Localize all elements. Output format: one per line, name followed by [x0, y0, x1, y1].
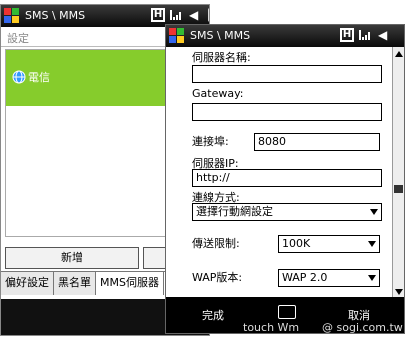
- watermark-left: touch Wm: [243, 321, 300, 334]
- tab-preferences[interactable]: 偏好設定: [1, 272, 54, 295]
- mms-server-form: 伺服器名稱: Gateway: 連接埠: 8080 伺服器IP: http://…: [166, 47, 404, 299]
- connection-select-value: 選擇行動網設定: [196, 205, 273, 218]
- signal-icon: [359, 30, 370, 40]
- tab-mms-server[interactable]: MMS伺服器: [96, 272, 164, 295]
- front-window-title: SMS \ MMS: [190, 29, 251, 42]
- watermark-right: @ sogi.com.tw: [322, 321, 403, 334]
- tab-blacklist[interactable]: 黑名單: [54, 272, 96, 295]
- wap-version-select[interactable]: WAP 2.0: [278, 269, 380, 287]
- back-window-title: SMS \ MMS: [25, 9, 86, 22]
- ok-button[interactable]: ok: [208, 8, 209, 22]
- chevron-down-icon: [368, 241, 376, 247]
- wap-version-label: WAP版本:: [192, 271, 243, 284]
- wap-version-select-value: WAP 2.0: [282, 271, 328, 284]
- server-name-label: 伺服器名稱:: [192, 51, 251, 64]
- connection-select[interactable]: 選擇行動網設定: [192, 203, 382, 221]
- front-window: SMS \ MMS H ◀ 伺服器名稱: Gateway: 連接埠: 8080 …: [165, 24, 405, 334]
- windows-logo-icon[interactable]: [4, 8, 20, 24]
- add-button[interactable]: 新增: [5, 247, 139, 269]
- chevron-down-icon: [368, 275, 376, 281]
- globe-icon: [12, 70, 26, 84]
- scroll-thumb[interactable]: [394, 185, 403, 193]
- scroll-up-icon[interactable]: [395, 51, 403, 57]
- scroll-down-icon[interactable]: [395, 289, 403, 295]
- server-ip-field[interactable]: http://: [192, 169, 382, 187]
- chevron-down-icon: [370, 209, 378, 215]
- front-status-icons: H ◀: [340, 28, 392, 42]
- speaker-icon[interactable]: ◀: [378, 28, 392, 42]
- gateway-field[interactable]: [192, 103, 382, 121]
- port-field[interactable]: 8080: [254, 133, 380, 151]
- send-limit-select-value: 100K: [282, 237, 311, 250]
- send-limit-select[interactable]: 100K: [278, 235, 380, 253]
- hsdpa-icon: H: [340, 28, 354, 42]
- server-name-field[interactable]: [192, 65, 382, 83]
- done-softkey[interactable]: 完成: [202, 307, 224, 323]
- back-status-icons: H ◀ ok: [151, 8, 209, 22]
- front-titlebar: SMS \ MMS H ◀: [166, 25, 404, 47]
- port-label: 連接埠:: [192, 135, 229, 148]
- windows-logo-icon[interactable]: [169, 28, 185, 44]
- speaker-icon[interactable]: ◀: [189, 8, 203, 22]
- list-item-label: 電信: [28, 71, 50, 84]
- keyboard-icon[interactable]: [278, 305, 296, 319]
- signal-icon: [170, 10, 181, 20]
- hsdpa-icon: H: [151, 8, 165, 22]
- vertical-scrollbar[interactable]: [392, 47, 404, 299]
- send-limit-label: 傳送限制:: [192, 237, 240, 250]
- gateway-label: Gateway:: [192, 87, 244, 100]
